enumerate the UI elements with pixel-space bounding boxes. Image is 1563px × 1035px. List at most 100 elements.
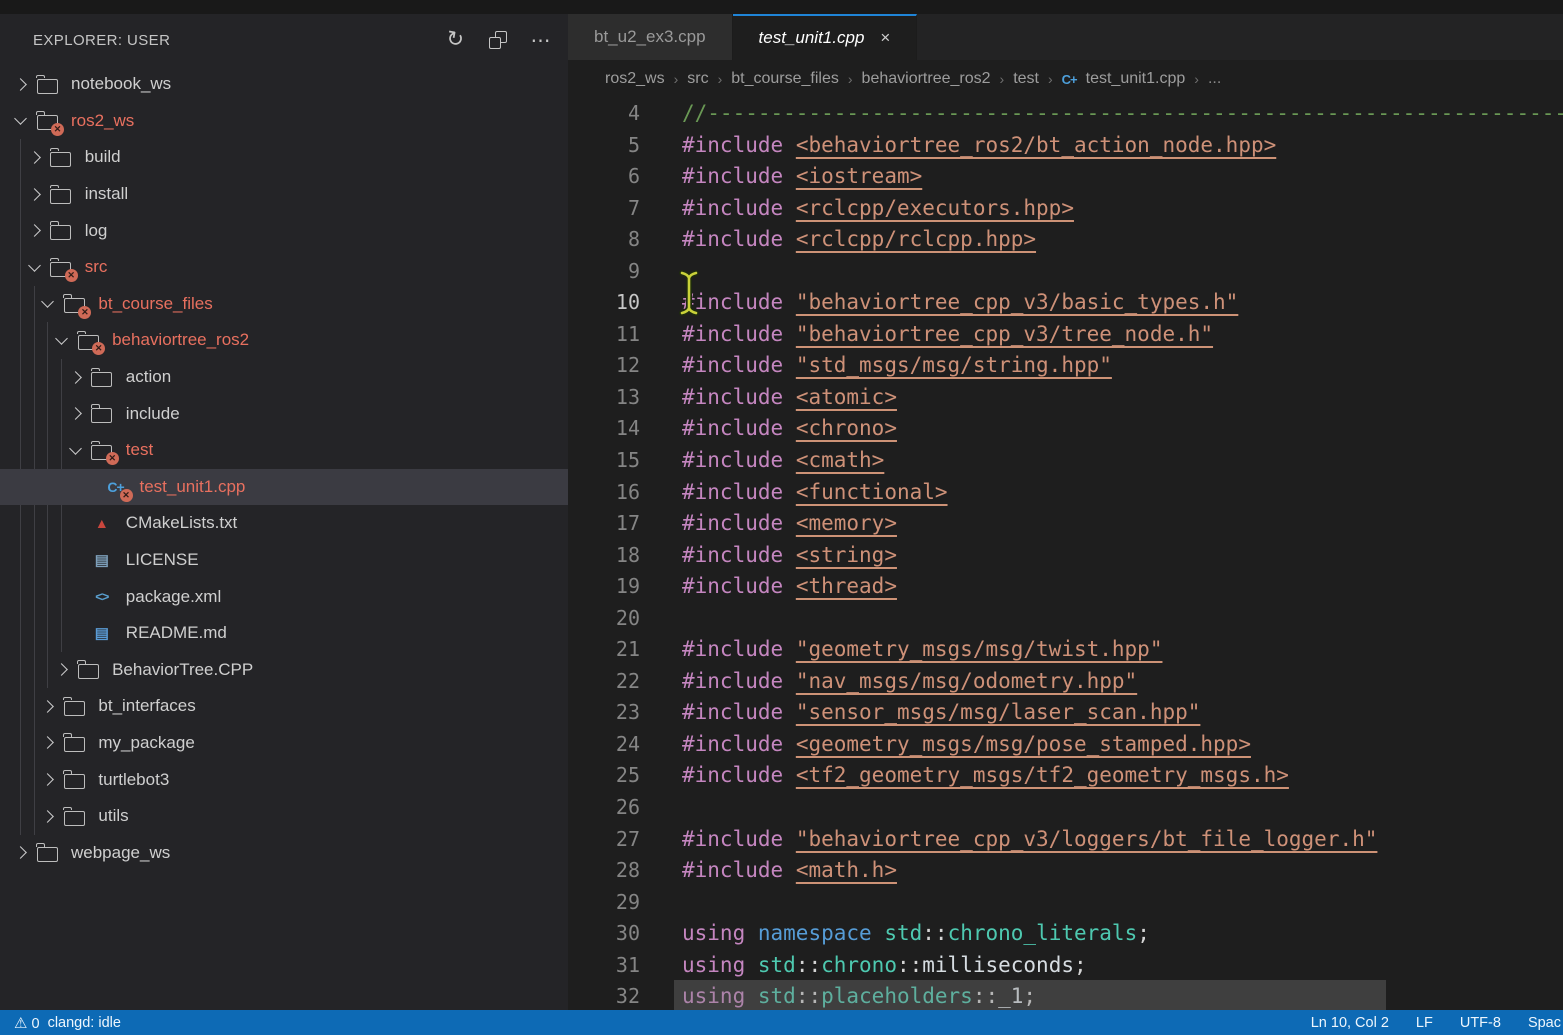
code-line-29[interactable]: 29 (568, 887, 1563, 919)
code-line-30[interactable]: 30using namespace std::chrono_literals; (568, 918, 1563, 950)
code-line-11[interactable]: 11#include "behaviortree_cpp_v3/tree_nod… (568, 319, 1563, 351)
error-badge: ✕ (120, 489, 133, 502)
tab-bar: bt_u2_ex3.cpp test_unit1.cpp × (568, 14, 1563, 60)
line-number: 13 (568, 382, 640, 414)
tree-file-license[interactable]: ▤LICENSE (0, 542, 568, 579)
code-line-13[interactable]: 13#include <atomic> (568, 382, 1563, 414)
tree-file-cmakelists-txt[interactable]: ▲CMakeLists.txt (0, 505, 568, 542)
code-line-8[interactable]: 8#include <rclcpp/rclcpp.hpp> (568, 224, 1563, 256)
breadcrumb-item[interactable]: behaviortree_ros2 (862, 70, 991, 88)
more-actions-icon[interactable]: ⋯ (530, 29, 552, 51)
chevron-down-icon (28, 259, 41, 272)
chevron-right-icon (42, 737, 55, 750)
code-line-25[interactable]: 25#include <tf2_geometry_msgs/tf2_geomet… (568, 760, 1563, 792)
eol-indicator[interactable]: LF (1416, 1015, 1433, 1031)
horizontal-scrollbar[interactable] (674, 980, 1386, 1010)
line-number: 7 (568, 193, 640, 225)
code-line-12[interactable]: 12#include "std_msgs/msg/string.hpp" (568, 350, 1563, 382)
line-number: 16 (568, 477, 640, 509)
code-line-22[interactable]: 22#include "nav_msgs/msg/odometry.hpp" (568, 666, 1563, 698)
code-line-19[interactable]: 19#include <thread> (568, 571, 1563, 603)
code-line-4[interactable]: 4//-------------------------------------… (568, 98, 1563, 130)
tree-folder-src[interactable]: ✕src (0, 249, 568, 286)
tree-folder-behaviortree-ros2[interactable]: ✕behaviortree_ros2 (0, 322, 568, 359)
line-number: 24 (568, 729, 640, 761)
tree-folder-test[interactable]: ✕test (0, 432, 568, 469)
tree-file-package-xml[interactable]: <> package.xml (0, 578, 568, 615)
warning-icon: ⚠ (14, 1015, 27, 1032)
line-number: 21 (568, 634, 640, 666)
tree-item-label: log (85, 221, 108, 241)
chevron-right-icon (42, 810, 55, 823)
code-line-14[interactable]: 14#include <chrono> (568, 413, 1563, 445)
cursor-position[interactable]: Ln 10, Col 2 (1311, 1015, 1389, 1031)
indentation-indicator[interactable]: Spac (1528, 1015, 1561, 1031)
status-right: Ln 10, Col 2 LF UTF-8 Spac (1311, 1015, 1563, 1031)
tree-folder-ros2-ws[interactable]: ✕ros2_ws (0, 103, 568, 140)
vscode-window: EXPLORER: USER ↻ ⋯ notebook_ws✕ros2_wsbu… (0, 0, 1563, 1035)
error-badge: ✕ (65, 269, 78, 282)
tree-folder-utils[interactable]: utils (0, 798, 568, 835)
code-line-17[interactable]: 17#include <memory> (568, 508, 1563, 540)
tree-file-readme-md[interactable]: ▤README.md (0, 615, 568, 652)
problems-indicator[interactable]: ⚠ 0 (14, 1014, 40, 1032)
code-line-21[interactable]: 21#include "geometry_msgs/msg/twist.hpp" (568, 634, 1563, 666)
tree-folder-include[interactable]: include (0, 395, 568, 432)
tree-folder-behaviortree-cpp[interactable]: BehaviorTree.CPP (0, 652, 568, 689)
line-number: 18 (568, 540, 640, 572)
tab-bt-u2-ex3-cpp[interactable]: bt_u2_ex3.cpp (568, 14, 733, 60)
breadcrumb-separator: › (848, 71, 853, 87)
code-line-27[interactable]: 27#include "behaviortree_cpp_v3/loggers/… (568, 824, 1563, 856)
code-line-16[interactable]: 16#include <functional> (568, 477, 1563, 509)
code-line-24[interactable]: 24#include <geometry_msgs/msg/pose_stamp… (568, 729, 1563, 761)
breadcrumb-item[interactable]: ros2_ws (605, 70, 665, 88)
folder-icon (50, 189, 71, 204)
tree-folder-turtlebot3[interactable]: turtlebot3 (0, 761, 568, 798)
file-tree: notebook_ws✕ros2_wsbuildinstalllog✕src✕b… (0, 66, 568, 871)
code-line-31[interactable]: 31using std::chrono::milliseconds; (568, 950, 1563, 982)
code-line-5[interactable]: 5#include <behaviortree_ros2/bt_action_n… (568, 130, 1563, 162)
tree-file-test-unit1-cpp[interactable]: C+✕test_unit1.cpp (0, 469, 568, 506)
tab-test-unit1-cpp[interactable]: test_unit1.cpp × (733, 14, 918, 60)
code-line-28[interactable]: 28#include <math.h> (568, 855, 1563, 887)
code-line-7[interactable]: 7#include <rclcpp/executors.hpp> (568, 193, 1563, 225)
breadcrumb-item[interactable]: src (687, 70, 708, 88)
tree-folder-webpage-ws[interactable]: webpage_ws (0, 834, 568, 871)
tree-item-label: package.xml (126, 587, 221, 607)
code-line-26[interactable]: 26 (568, 792, 1563, 824)
breadcrumb-file[interactable]: test_unit1.cpp (1086, 70, 1186, 88)
xml-file-icon: <> (95, 589, 108, 604)
tree-folder-install[interactable]: install (0, 176, 568, 213)
tree-item-label: bt_course_files (98, 294, 212, 314)
tree-folder-my-package[interactable]: my_package (0, 725, 568, 762)
collapse-folders-icon[interactable] (487, 29, 509, 51)
code-editor[interactable]: 4//-------------------------------------… (568, 98, 1563, 1010)
tree-folder-bt-course-files[interactable]: ✕bt_course_files (0, 286, 568, 323)
tree-item-label: turtlebot3 (98, 770, 169, 790)
line-number: 9 (568, 256, 640, 288)
refresh-icon[interactable]: ↻ (442, 27, 467, 52)
tree-folder-action[interactable]: action (0, 359, 568, 396)
tree-folder-notebook-ws[interactable]: notebook_ws (0, 66, 568, 103)
breadcrumb-item[interactable]: test (1013, 70, 1039, 88)
tree-folder-build[interactable]: build (0, 139, 568, 176)
code-line-23[interactable]: 23#include "sensor_msgs/msg/laser_scan.h… (568, 697, 1563, 729)
close-icon[interactable]: × (880, 28, 890, 48)
breadcrumb-item[interactable]: bt_course_files (731, 70, 839, 88)
encoding-indicator[interactable]: UTF-8 (1460, 1015, 1501, 1031)
code-line-18[interactable]: 18#include <string> (568, 540, 1563, 572)
tree-item-label: bt_interfaces (98, 696, 195, 716)
tab-label: test_unit1.cpp (759, 28, 865, 48)
tree-folder-log[interactable]: log (0, 212, 568, 249)
chevron-right-icon (69, 371, 82, 384)
code-line-20[interactable]: 20 (568, 603, 1563, 635)
breadcrumb-tail[interactable]: ... (1208, 70, 1221, 88)
line-number: 17 (568, 508, 640, 540)
code-line-15[interactable]: 15#include <cmath> (568, 445, 1563, 477)
code-line-10[interactable]: 10#include "behaviortree_cpp_v3/basic_ty… (568, 287, 1563, 319)
tree-item-label: behaviortree_ros2 (112, 330, 249, 350)
language-server-status[interactable]: clangd: idle (48, 1015, 121, 1031)
code-line-9[interactable]: 9 (568, 256, 1563, 288)
code-line-6[interactable]: 6#include <iostream> (568, 161, 1563, 193)
tree-folder-bt-interfaces[interactable]: bt_interfaces (0, 688, 568, 725)
